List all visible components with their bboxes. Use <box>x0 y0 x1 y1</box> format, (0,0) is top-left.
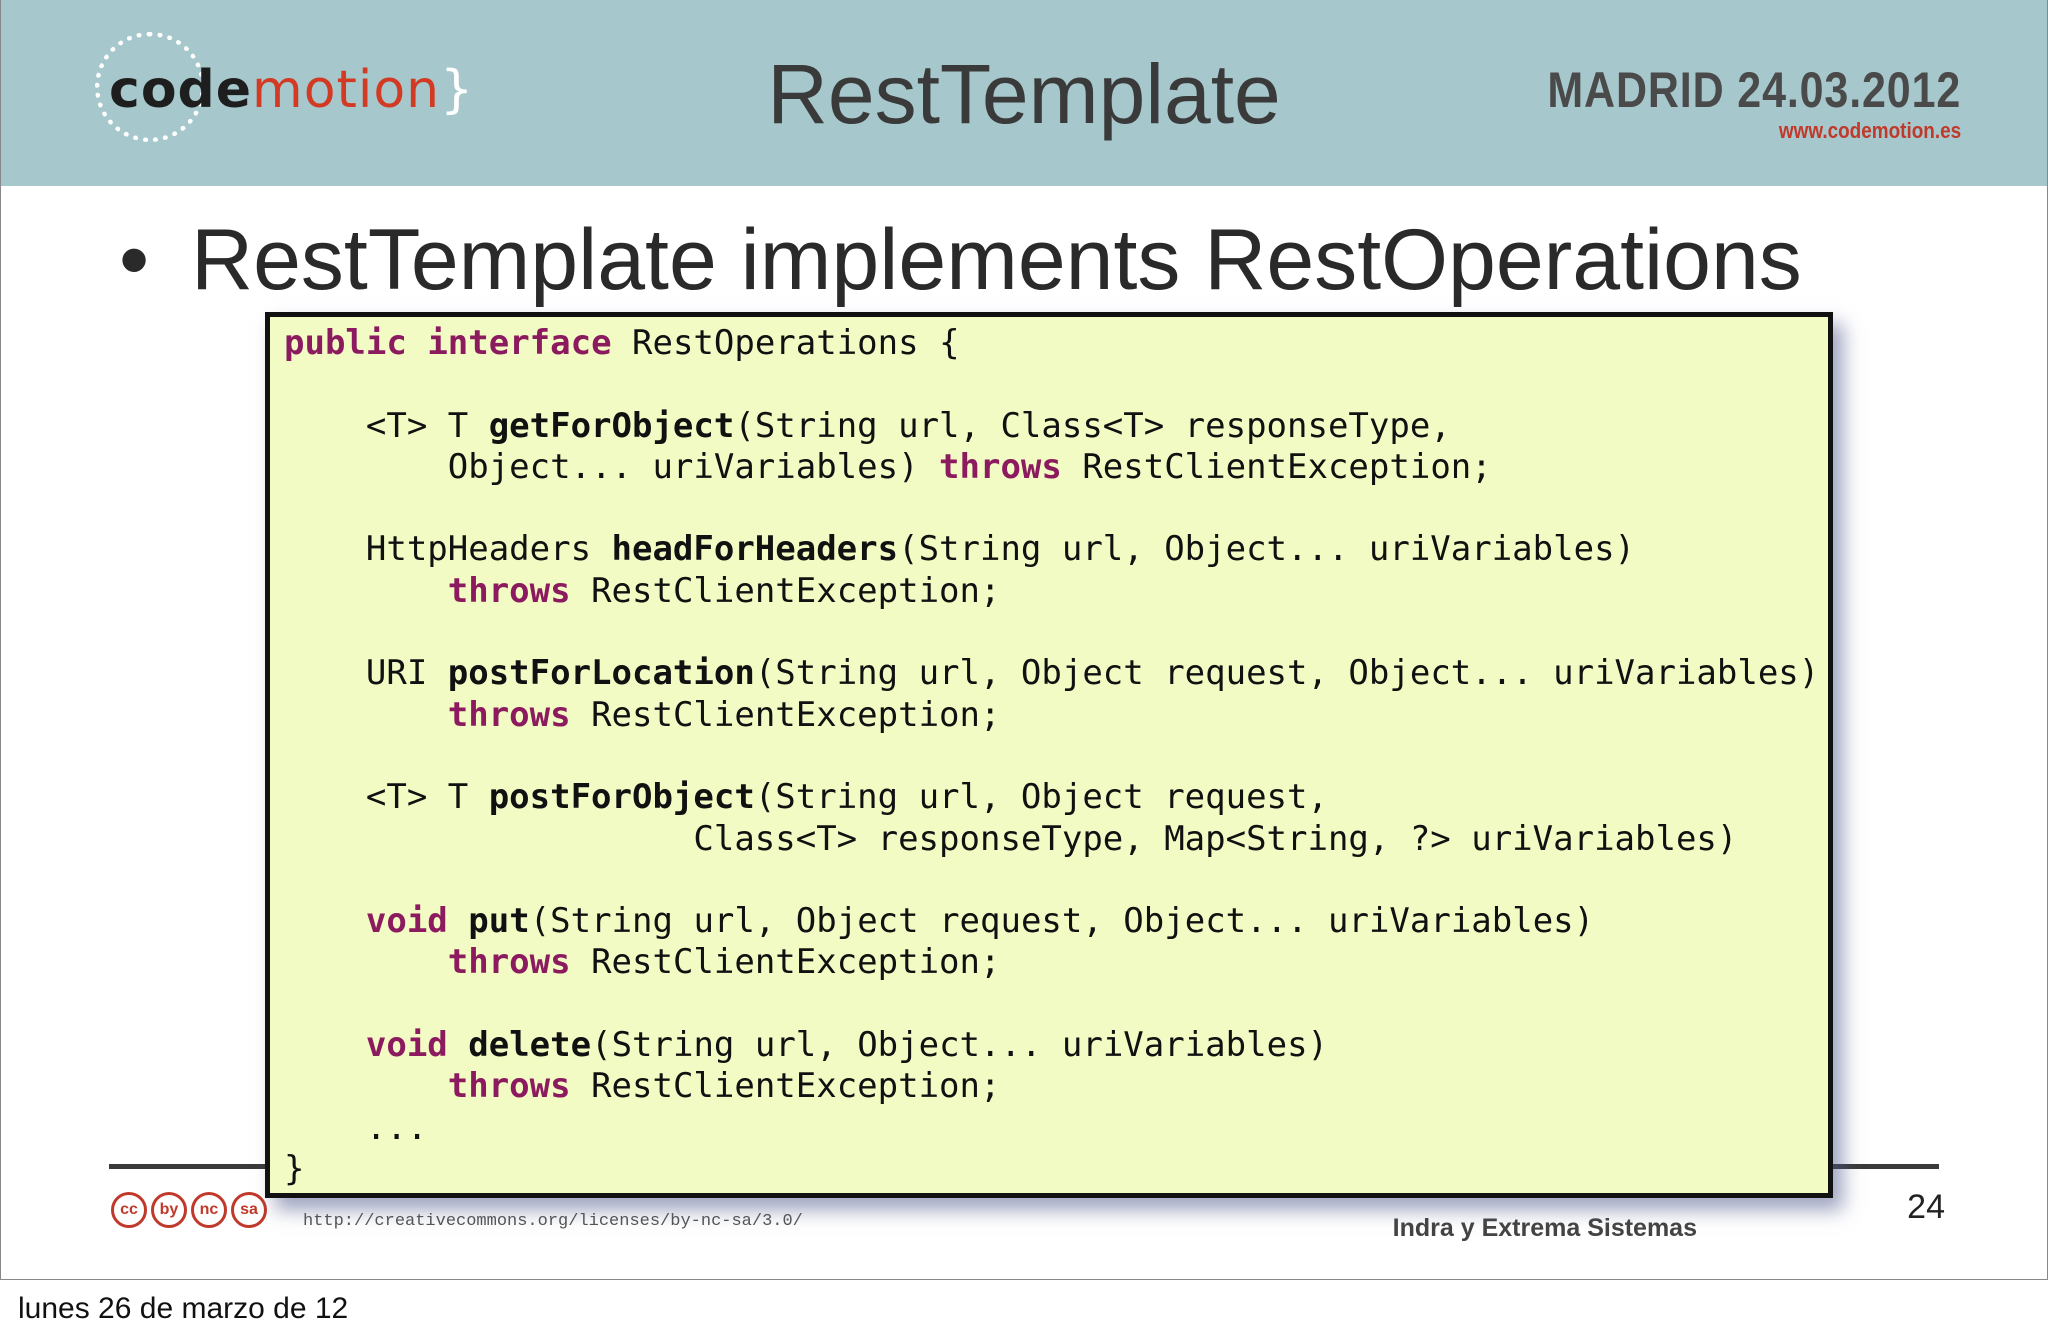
code-line: throws RestClientException; <box>284 570 1001 611</box>
event-info: MADRID 24.03.2012 www.codemotion.es <box>1480 62 1961 144</box>
code-text: Class<T> responseType, Map<String, ?> ur… <box>284 818 1738 859</box>
code-text: (String url, Class<T> responseType, <box>734 405 1451 446</box>
code-listing: public interface RestOperations { <T> T … <box>284 323 1819 1190</box>
authors-company: Indra y Extrema Sistemas <box>1392 1214 1697 1242</box>
code-text: RestOperations { <box>611 323 960 363</box>
slide-header: codemotion} RestTemplate MADRID 24.03.20… <box>1 0 2047 186</box>
code-keyword: throws <box>447 694 571 735</box>
page-number: 24 <box>1907 1188 1945 1226</box>
bullet-text: RestTemplate implements RestOperations <box>191 212 1802 308</box>
code-method-name: getForObject <box>488 405 735 446</box>
code-text: Object... uriVariables) <box>284 446 940 487</box>
code-line: void delete(String url, Object... uriVar… <box>284 1025 1328 1065</box>
code-line: public interface RestOperations { <box>284 323 960 363</box>
code-line: <T> T postForObject(String url, Object r… <box>284 777 1328 817</box>
license-url: http://creativecommons.org/licenses/by-n… <box>303 1212 803 1231</box>
code-text: RestClientException; <box>570 942 1001 983</box>
code-text: <T> T <box>284 777 489 818</box>
code-line: Class<T> responseType, Map<String, ?> ur… <box>284 819 1737 859</box>
code-keyword: throws <box>939 446 1062 487</box>
code-keyword: interface <box>427 323 612 363</box>
code-line: <T> T getForObject(String url, Class<T> … <box>284 406 1451 446</box>
code-text: RestClientException; <box>570 570 1001 611</box>
code-line: throws RestClientException; <box>284 694 1001 735</box>
code-text: RestClientException; <box>1061 446 1492 487</box>
code-text: (String url, Object request, Object... u… <box>754 653 1820 694</box>
code-text: <T> T <box>284 405 489 446</box>
code-method-name: postForLocation <box>447 653 755 694</box>
code-line: HttpHeaders headForHeaders(String url, O… <box>284 529 1635 569</box>
cc-icon: cc <box>111 1192 147 1228</box>
event-url: www.codemotion.es <box>1778 118 1961 143</box>
code-keyword: throws <box>447 1066 571 1107</box>
code-text: } <box>284 1148 305 1189</box>
code-line: ... <box>284 1108 427 1148</box>
event-city-date: MADRID 24.03.2012 <box>1547 62 1961 118</box>
sa-icon: sa <box>231 1192 267 1228</box>
code-text: RestClientException; <box>570 1066 1001 1107</box>
code-line: URI postForLocation(String url, Object r… <box>284 653 1819 693</box>
code-line: throws RestClientException; <box>284 942 1001 983</box>
code-keyword: public <box>284 323 407 363</box>
code-text: URI <box>284 653 448 694</box>
code-line: throws RestClientException; <box>284 1066 1001 1107</box>
code-keyword: throws <box>447 942 571 983</box>
bullet-marker: • <box>119 212 150 308</box>
nc-icon: nc <box>191 1192 227 1228</box>
code-text: (String url, Object request, Object... u… <box>529 901 1595 942</box>
code-text: ... <box>284 1107 428 1148</box>
code-keyword: void <box>365 901 448 942</box>
code-text: (String url, Object request, <box>754 777 1328 818</box>
code-text: (String url, Object... uriVariables) <box>591 1025 1329 1066</box>
code-line: Object... uriVariables) throws RestClien… <box>284 447 1492 487</box>
by-icon: by <box>151 1192 187 1228</box>
slide: codemotion} RestTemplate MADRID 24.03.20… <box>0 0 2048 1280</box>
date-caption: lunes 26 de marzo de 12 <box>18 1292 349 1325</box>
code-text: HttpHeaders <box>284 529 612 570</box>
code-line: } <box>284 1149 304 1189</box>
code-text: RestClientException; <box>570 694 1001 735</box>
bullet-point: • RestTemplate implements RestOperations <box>119 210 1802 310</box>
code-text: (String url, Object... uriVariables) <box>898 529 1636 570</box>
code-method-name: put <box>468 901 530 942</box>
code-method-name: delete <box>468 1025 592 1066</box>
code-line: void put(String url, Object request, Obj… <box>284 901 1594 941</box>
code-keyword: throws <box>447 570 571 611</box>
code-box: public interface RestOperations { <T> T … <box>265 312 1833 1198</box>
creative-commons-icons: cc by nc sa <box>111 1192 267 1228</box>
code-keyword: void <box>365 1025 448 1066</box>
code-method-name: postForObject <box>488 777 755 818</box>
code-method-name: headForHeaders <box>611 529 899 570</box>
